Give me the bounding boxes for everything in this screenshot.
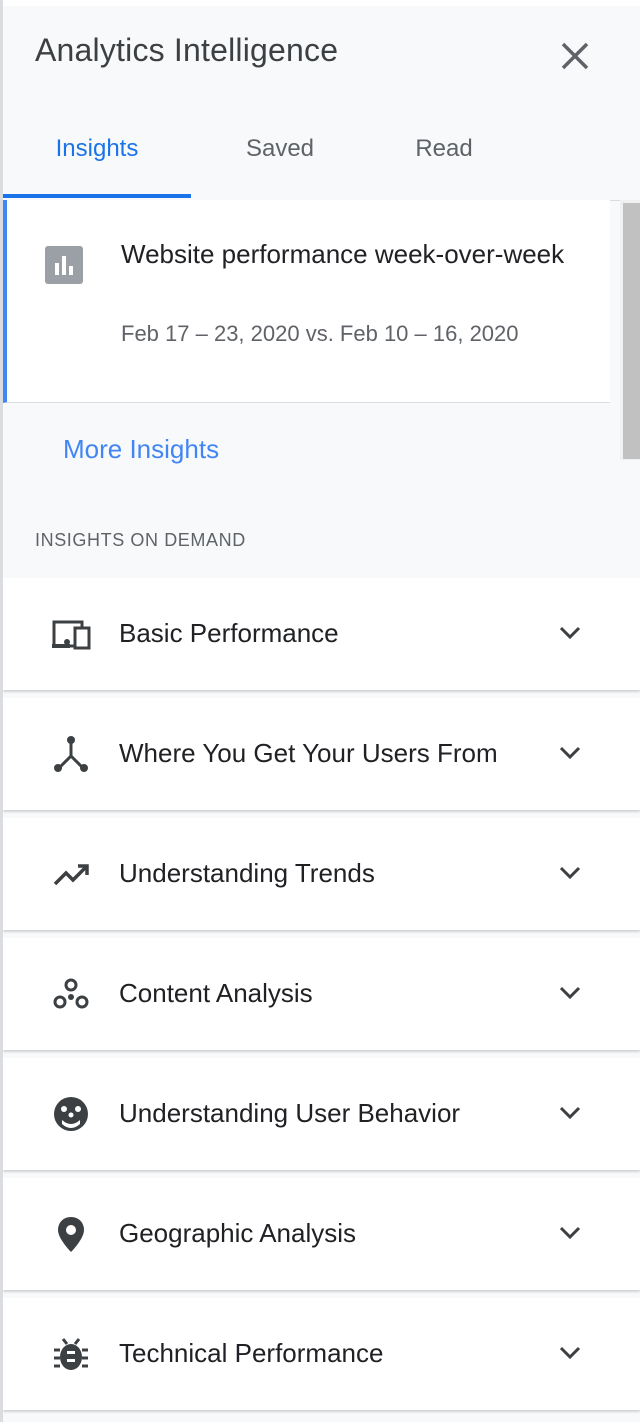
category-trends[interactable]: Understanding Trends: [3, 818, 640, 930]
tab-read[interactable]: Read: [369, 118, 519, 198]
panel-title: Analytics Intelligence: [35, 32, 339, 68]
analytics-intelligence-panel: Analytics Intelligence Insights Saved Re…: [0, 0, 640, 1422]
category-label: Understanding Trends: [119, 858, 375, 888]
chevron-down-icon[interactable]: [555, 618, 585, 648]
category-label: Where You Get Your Users From: [119, 738, 498, 768]
category-technical[interactable]: Technical Performance: [3, 1298, 640, 1410]
category-basic-performance[interactable]: Basic Performance: [3, 578, 640, 690]
category-label: Understanding User Behavior: [119, 1098, 461, 1128]
panel-top-edge: [3, 0, 640, 6]
chevron-down-icon[interactable]: [555, 1218, 585, 1248]
category-user-sources[interactable]: Where You Get Your Users From: [3, 698, 640, 810]
call-split-icon: [54, 736, 88, 772]
location-pin-icon: [58, 1217, 84, 1252]
insight-card-date: Feb 17 – 23, 2020 vs. Feb 10 – 16, 2020: [121, 321, 519, 346]
category-label: Content Analysis: [119, 978, 313, 1008]
category-user-behavior[interactable]: Understanding User Behavior: [3, 1058, 640, 1170]
trending-up-icon: [53, 864, 89, 886]
close-button[interactable]: [555, 36, 595, 76]
chevron-down-icon[interactable]: [555, 738, 585, 768]
chevron-down-icon[interactable]: [555, 858, 585, 888]
active-tab-indicator: [3, 194, 191, 198]
tab-saved[interactable]: Saved: [191, 118, 369, 198]
section-heading: INSIGHTS ON DEMAND: [35, 530, 246, 550]
scrollbar-thumb[interactable]: [623, 203, 640, 459]
chevron-down-icon[interactable]: [555, 1098, 585, 1128]
insight-card[interactable]: Website performance week-over-week Feb 1…: [3, 200, 610, 403]
face-icon: [54, 1097, 88, 1131]
bar-chart-icon: [45, 246, 83, 284]
more-insights-link[interactable]: More Insights: [63, 434, 219, 465]
category-label: Geographic Analysis: [119, 1218, 357, 1248]
chevron-down-icon[interactable]: [555, 978, 585, 1008]
tab-insights[interactable]: Insights: [3, 118, 191, 198]
bubbles-icon: [53, 978, 89, 1009]
category-label: Technical Performance: [119, 1338, 384, 1368]
category-geographic[interactable]: Geographic Analysis: [3, 1178, 640, 1290]
category-content-analysis[interactable]: Content Analysis: [3, 938, 640, 1050]
category-label: Basic Performance: [119, 618, 339, 648]
bug-icon: [54, 1338, 88, 1370]
chevron-down-icon[interactable]: [555, 1338, 585, 1368]
insight-card-title: Website performance week-over-week: [121, 239, 565, 269]
close-icon: [561, 42, 589, 70]
devices-icon: [52, 620, 91, 650]
tab-bar: Insights Saved Read: [3, 118, 640, 201]
